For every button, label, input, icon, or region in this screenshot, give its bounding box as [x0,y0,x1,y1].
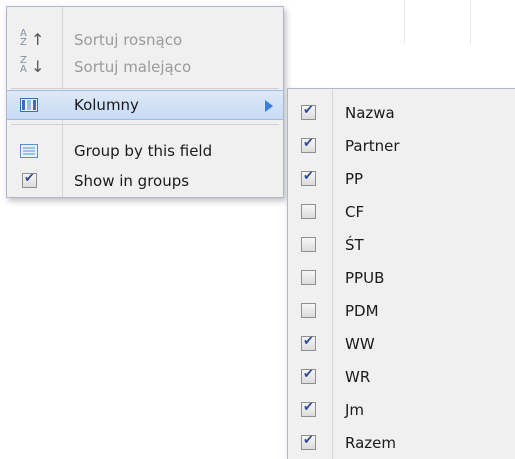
column-header-menu: A Z ↑ Sortuj rosnąco Z A ↓ Sortuj maleją… [6,6,284,198]
column-toggle-label: ŚT [345,236,364,254]
column-toggle-label: Partner [345,137,400,155]
checkbox-icon[interactable] [301,303,316,318]
menu-item-group-by[interactable]: Group by this field [7,136,283,166]
submenu-arrow-icon [265,100,273,112]
menu-item-columns[interactable]: Kolumny [7,90,283,120]
column-toggle-label: Jm [345,401,365,419]
column-toggle-item[interactable]: ŚT [288,226,515,259]
checkbox-icon[interactable] [22,171,37,188]
column-toggle-item[interactable]: PPUB [288,259,515,292]
sort-icon-arrow: ↓ [31,57,45,76]
menu-separator [11,124,279,125]
column-toggle-item[interactable]: Nazwa [288,94,515,127]
column-toggle-label: PP [345,170,364,188]
menu-item-label: Kolumny [74,96,139,114]
menu-item-sort-ascending[interactable]: A Z ↑ Sortuj rosnąco [7,25,283,55]
grid-line [470,0,471,44]
checkbox-icon[interactable] [301,433,316,450]
menu-item-label: Sortuj rosnąco [74,31,183,49]
menu-separator [11,88,279,89]
column-toggle-item[interactable]: Partner [288,127,515,160]
checkbox-icon[interactable] [301,334,316,351]
column-toggle-label: WW [345,335,375,353]
column-toggle-item[interactable]: Razem [288,424,515,457]
column-toggle-label: PDM [345,302,379,320]
column-toggle-item[interactable]: PDM [288,292,515,325]
column-toggle-item[interactable]: WR [288,358,515,391]
column-toggle-item[interactable]: WW [288,325,515,358]
columns-icon [20,97,38,114]
sort-icon-letter: A [20,64,27,75]
checkbox-icon[interactable] [301,204,316,219]
columns-submenu: Nazwa Partner PP CF ŚT PPUB PDM WW WR Jm Razem [287,88,515,459]
menu-item-show-in-groups[interactable]: Show in groups [7,166,283,196]
checkbox-icon[interactable] [301,103,316,120]
menu-item-label: Show in groups [74,172,190,190]
column-toggle-label: WR [345,368,371,386]
checkbox-icon[interactable] [301,237,316,252]
column-toggle-label: PPUB [345,269,385,287]
checkbox-icon[interactable] [301,169,316,186]
column-toggle-label: CF [345,203,365,221]
sort-ascending-icon: A Z ↑ [20,29,44,49]
checkbox-icon[interactable] [301,400,316,417]
column-toggle-label: Nazwa [345,104,395,122]
column-toggle-item[interactable]: PP [288,160,515,193]
sort-icon-arrow: ↑ [31,30,45,49]
sort-icon-letter: Z [20,37,27,48]
sort-descending-icon: Z A ↓ [20,56,44,76]
checkbox-icon[interactable] [301,367,316,384]
column-toggle-item[interactable]: Jm [288,391,515,424]
checkbox-icon[interactable] [301,136,316,153]
checkbox-icon[interactable] [301,270,316,285]
menu-item-sort-descending[interactable]: Z A ↓ Sortuj malejąco [7,52,283,82]
column-toggle-item[interactable]: CF [288,193,515,226]
group-by-icon [20,142,38,159]
column-toggle-label: Razem [345,434,396,452]
menu-item-label: Group by this field [74,142,213,160]
grid-line [404,0,405,44]
menu-item-label: Sortuj malejąco [74,58,192,76]
